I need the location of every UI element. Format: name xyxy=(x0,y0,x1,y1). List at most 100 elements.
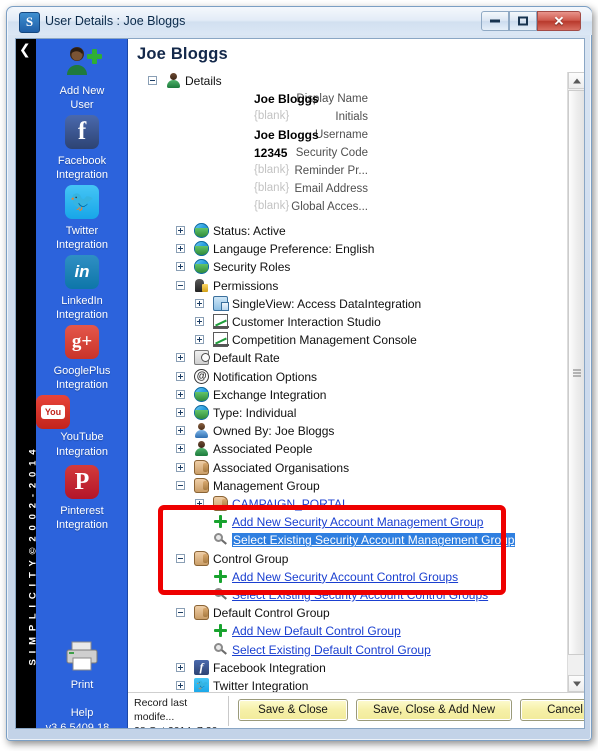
window-title-bar[interactable]: S User Details : Joe Bloggs ✕ xyxy=(8,8,592,35)
sidebar-item-youtube[interactable]: You YouTube Integration xyxy=(36,395,128,458)
tree-node-label: Control Group xyxy=(213,551,289,566)
field-value[interactable]: {blank} xyxy=(254,110,289,122)
tree-node[interactable]: Exchange Integration xyxy=(128,386,566,403)
collapse-expander-icon[interactable] xyxy=(176,553,185,563)
tree-node[interactable]: Owned By: Joe Bloggs xyxy=(128,422,566,439)
magnifier-icon xyxy=(213,642,228,657)
sidebar-item-print[interactable]: Print xyxy=(36,639,128,691)
collapse-expander-icon[interactable] xyxy=(176,480,185,490)
expand-expander-icon[interactable] xyxy=(176,444,185,454)
tree-node-label[interactable]: CAMPAIGN_PORTAL xyxy=(232,497,349,511)
scroll-down-icon[interactable] xyxy=(568,675,584,692)
tree-node[interactable]: f Facebook Integration xyxy=(128,659,566,676)
facebook-icon: f xyxy=(65,115,99,149)
sidebar-item-add-new-user[interactable]: Add New User xyxy=(36,45,128,112)
expand-expander-icon[interactable] xyxy=(195,499,204,508)
back-chevron-icon[interactable]: ❮ xyxy=(19,43,31,57)
footer-bar: Record last modife... 28 Oct 2014, 7:30.… xyxy=(128,692,584,728)
field-value[interactable]: {blank} xyxy=(254,200,289,212)
tree-node[interactable]: CAMPAIGN_PORTAL xyxy=(128,495,566,512)
expand-expander-icon[interactable] xyxy=(195,298,204,308)
tree-node[interactable]: @ Notification Options xyxy=(128,368,566,385)
vertical-scrollbar[interactable] xyxy=(567,72,584,692)
field-row-email-address: Email Address {blank} xyxy=(128,181,368,198)
save-close-button[interactable]: Save & Close xyxy=(238,699,348,721)
tree-node[interactable]: Default Rate xyxy=(128,349,566,366)
tree-node[interactable]: Permissions xyxy=(128,277,566,294)
collapse-expander-icon[interactable] xyxy=(148,76,157,85)
tree-node[interactable]: Add New Security Account Control Groups xyxy=(128,568,566,585)
tree-node[interactable]: Associated People xyxy=(128,440,566,457)
tree-node[interactable]: Type: Individual xyxy=(128,404,566,421)
tree-node[interactable]: Competition Management Console xyxy=(128,331,566,348)
tree-node[interactable]: Customer Interaction Studio xyxy=(128,313,566,330)
tree-node-details[interactable]: Details xyxy=(128,72,566,89)
tree-node-label[interactable]: Select Existing Security Account Control… xyxy=(232,588,488,602)
sidebar-version: v3.6.5409.18... xyxy=(36,720,128,728)
sidebar-item-googleplus[interactable]: g+ GooglePlus Integration xyxy=(36,325,128,392)
expand-expander-icon[interactable] xyxy=(176,371,185,381)
sidebar-label2: Integration xyxy=(56,309,108,321)
field-value[interactable]: {blank} xyxy=(254,164,289,176)
expand-expander-icon[interactable] xyxy=(176,353,185,363)
sidebar-label2: Integration xyxy=(56,169,108,181)
collapse-expander-icon[interactable] xyxy=(176,608,185,618)
save-close-add-new-button[interactable]: Save, Close & Add New xyxy=(356,699,512,721)
tree-node[interactable]: Select Existing Default Control Group xyxy=(128,641,566,658)
expand-expander-icon[interactable] xyxy=(176,408,185,417)
tree-node[interactable]: Select Existing Security Account Control… xyxy=(128,586,566,603)
sidebar-item-twitter[interactable]: 🐦 Twitter Integration xyxy=(36,185,128,252)
tree-node[interactable]: Security Roles xyxy=(128,258,566,275)
details-tree[interactable]: Details Display Name Joe Bloggs Initials… xyxy=(128,72,566,692)
scrollbar-thumb[interactable] xyxy=(568,90,584,655)
green-plus-icon xyxy=(213,623,228,638)
expand-expander-icon[interactable] xyxy=(176,462,185,472)
maximize-button[interactable] xyxy=(509,11,537,31)
expand-expander-icon[interactable] xyxy=(195,335,204,345)
tree-node[interactable]: Status: Active xyxy=(128,222,566,239)
globe-icon xyxy=(194,223,209,238)
tree-node[interactable]: Add New Default Control Group xyxy=(128,622,566,639)
facebook-small-icon: f xyxy=(194,659,209,675)
tree-node[interactable]: Management Group xyxy=(128,477,566,494)
hands-icon xyxy=(194,459,209,475)
tree-node[interactable]: 🐦 Twitter Integration xyxy=(128,677,566,692)
sidebar-item-linkedin[interactable]: in LinkedIn Integration xyxy=(36,255,128,322)
tree-node[interactable]: Langauge Preference: English xyxy=(128,240,566,257)
expand-expander-icon[interactable] xyxy=(176,426,185,436)
expand-expander-icon[interactable] xyxy=(176,389,185,399)
sidebar-item-help[interactable]: Help xyxy=(36,705,128,720)
expand-expander-icon[interactable] xyxy=(176,262,185,272)
tree-node-label[interactable]: Select Existing Security Account Managem… xyxy=(232,533,516,548)
expand-expander-icon[interactable] xyxy=(176,681,185,690)
scroll-up-icon[interactable] xyxy=(568,72,584,89)
field-value[interactable]: 12345 xyxy=(254,146,287,160)
pinterest-icon: P xyxy=(65,465,99,499)
tree-node-label: Competition Management Console xyxy=(232,333,417,348)
field-value[interactable]: Joe Bloggs xyxy=(254,92,319,106)
field-value[interactable]: Joe Bloggs xyxy=(254,128,319,142)
field-value[interactable]: {blank} xyxy=(254,182,289,194)
tree-node-label[interactable]: Select Existing Default Control Group xyxy=(232,643,431,657)
sidebar-label: Twitter xyxy=(65,224,99,237)
tree-node[interactable]: Associated Organisations xyxy=(128,459,566,476)
tree-node[interactable]: Default Control Group xyxy=(128,604,566,621)
tree-node-label[interactable]: Add New Security Account Management Grou… xyxy=(232,515,483,529)
tree-node[interactable]: Control Group xyxy=(128,550,566,567)
expand-expander-icon[interactable] xyxy=(176,226,185,235)
tree-node-label[interactable]: Add New Security Account Control Groups xyxy=(232,570,458,584)
field-row-display-name: Display Name Joe Bloggs xyxy=(128,91,368,108)
tree-node[interactable]: Add New Security Account Management Grou… xyxy=(128,513,566,530)
expand-expander-icon[interactable] xyxy=(176,662,185,672)
sidebar-item-facebook[interactable]: f Facebook Integration xyxy=(36,115,128,182)
tree-node[interactable]: SingleView: Access DataIntegration xyxy=(128,295,566,312)
expand-expander-icon[interactable] xyxy=(195,317,204,326)
sidebar-item-pinterest[interactable]: P Pinterest Integration xyxy=(36,465,128,532)
tree-node-label[interactable]: Add New Default Control Group xyxy=(232,624,401,638)
cancel-button[interactable]: Cancel xyxy=(520,699,584,721)
close-button[interactable]: ✕ xyxy=(537,11,581,31)
collapse-expander-icon[interactable] xyxy=(176,280,185,290)
tree-node[interactable]: Select Existing Security Account Managem… xyxy=(128,531,566,548)
expand-expander-icon[interactable] xyxy=(176,244,185,254)
minimize-button[interactable] xyxy=(481,11,509,31)
